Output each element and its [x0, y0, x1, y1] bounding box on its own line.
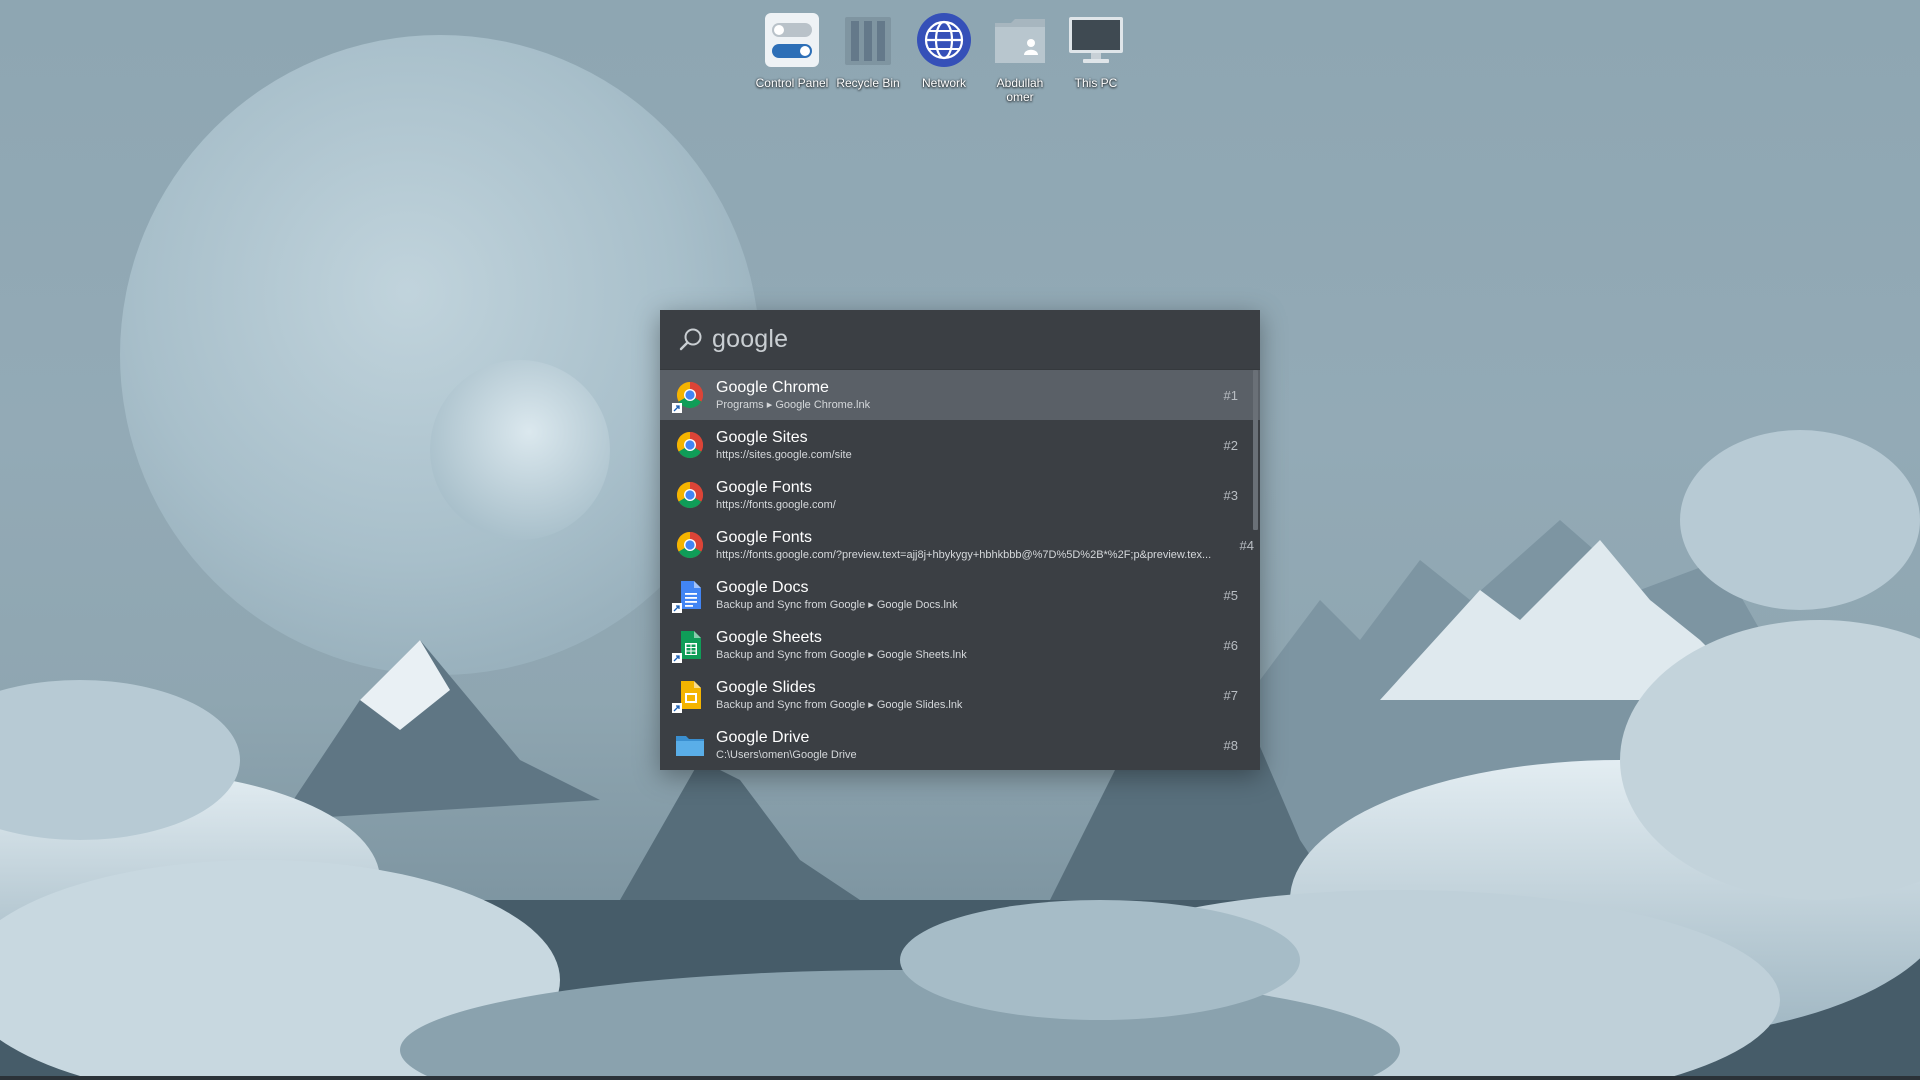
shortcut-arrow-icon	[672, 403, 682, 413]
result-item[interactable]: Google Chrome Programs ▸ Google Chrome.l…	[660, 370, 1260, 420]
result-item[interactable]: Google Drive C:\Users\omen\Google Drive …	[660, 720, 1260, 770]
search-bar[interactable]: google	[660, 310, 1260, 370]
result-title: Google Chrome	[716, 378, 829, 396]
result-title: Google Fonts	[716, 528, 813, 546]
result-rank: #4	[1239, 537, 1254, 553]
result-rank: #2	[1223, 437, 1238, 453]
desktop-icon-network[interactable]: Network	[906, 8, 982, 104]
result-title: Google Fonts	[716, 478, 813, 496]
result-rank: #7	[1223, 687, 1238, 703]
result-rank: #1	[1223, 387, 1238, 403]
search-input[interactable]: google	[712, 325, 788, 354]
control-panel-icon	[760, 8, 824, 72]
results-scrollbar[interactable]	[1253, 370, 1258, 530]
desktop-icon-this-pc[interactable]: This PC	[1058, 8, 1134, 104]
desktop-icon-label: Recycle Bin	[836, 76, 900, 90]
desktop-icon-control-panel[interactable]: Control Panel	[754, 8, 830, 104]
shortcut-arrow-icon	[672, 653, 682, 663]
google-docs-icon	[672, 579, 706, 613]
result-title: Google Docs	[716, 578, 809, 596]
result-title: Google Slides	[716, 678, 816, 696]
result-item[interactable]: Google Docs Backup and Sync from Google …	[660, 570, 1260, 620]
result-texts: Google Sheets Backup and Sync from Googl…	[716, 628, 1198, 663]
google-slides-icon	[672, 679, 706, 713]
chrome-icon	[674, 479, 706, 511]
google-sheets-icon	[672, 629, 706, 663]
desktop-icons: Control Panel Recycle Bin Network Abdull…	[754, 8, 1134, 104]
desktop-icon-recycle-bin[interactable]: Recycle Bin	[830, 8, 906, 104]
result-subtitle: Backup and Sync from Google ▸ Google She…	[716, 648, 967, 661]
result-item[interactable]: Google Slides Backup and Sync from Googl…	[660, 670, 1260, 720]
search-icon	[676, 325, 706, 355]
result-title: Google Sheets	[716, 628, 822, 646]
chrome-icon	[674, 529, 706, 561]
result-title: Google Sites	[716, 428, 808, 446]
user-folder-icon	[988, 8, 1052, 72]
recycle-bin-icon	[836, 8, 900, 72]
result-subtitle: https://sites.google.com/site	[716, 448, 852, 461]
result-title: Google Drive	[716, 728, 810, 746]
result-texts: Google Slides Backup and Sync from Googl…	[716, 678, 1198, 713]
result-texts: Google Chrome Programs ▸ Google Chrome.l…	[716, 378, 1198, 413]
result-item[interactable]: Google Fonts https://fonts.google.com/?p…	[660, 520, 1260, 570]
result-texts: Google Fonts https://fonts.google.com/?p…	[716, 528, 1230, 563]
result-rank: #6	[1223, 637, 1238, 653]
result-rank: #3	[1223, 487, 1238, 503]
result-rank: #5	[1223, 587, 1238, 603]
result-item[interactable]: Google Fonts https://fonts.google.com/ #…	[660, 470, 1260, 520]
result-subtitle: C:\Users\omen\Google Drive	[716, 748, 857, 761]
result-rank: #8	[1223, 737, 1238, 753]
result-texts: Google Drive C:\Users\omen\Google Drive	[716, 728, 1198, 763]
results-list: Google Chrome Programs ▸ Google Chrome.l…	[660, 370, 1260, 770]
result-subtitle: Programs ▸ Google Chrome.lnk	[716, 398, 871, 411]
folder-icon	[674, 729, 706, 761]
shortcut-arrow-icon	[672, 603, 682, 613]
result-subtitle: Backup and Sync from Google ▸ Google Sli…	[716, 698, 963, 711]
desktop-icon-user-folder[interactable]: Abdullah omer	[982, 8, 1058, 104]
shortcut-arrow-icon	[672, 703, 682, 713]
desktop-icon-label: Abdullah omer	[996, 76, 1044, 104]
network-icon	[912, 8, 976, 72]
chrome-icon	[672, 379, 706, 413]
desktop-icon-label: Control Panel	[755, 76, 829, 90]
result-texts: Google Fonts https://fonts.google.com/	[716, 478, 1198, 513]
search-launcher: google Google Chrome Programs ▸ Google C…	[660, 310, 1260, 770]
chrome-icon	[674, 429, 706, 461]
this-pc-icon	[1064, 8, 1128, 72]
result-item[interactable]: Google Sites https://sites.google.com/si…	[660, 420, 1260, 470]
desktop-icon-label: This PC	[1074, 76, 1118, 90]
result-item[interactable]: Google Sheets Backup and Sync from Googl…	[660, 620, 1260, 670]
result-subtitle: https://fonts.google.com/?preview.text=a…	[716, 548, 1212, 561]
result-texts: Google Sites https://sites.google.com/si…	[716, 428, 1198, 463]
desktop-icon-label: Network	[921, 76, 966, 90]
result-subtitle: https://fonts.google.com/	[716, 498, 836, 511]
result-subtitle: Backup and Sync from Google ▸ Google Doc…	[716, 598, 958, 611]
result-texts: Google Docs Backup and Sync from Google …	[716, 578, 1198, 613]
